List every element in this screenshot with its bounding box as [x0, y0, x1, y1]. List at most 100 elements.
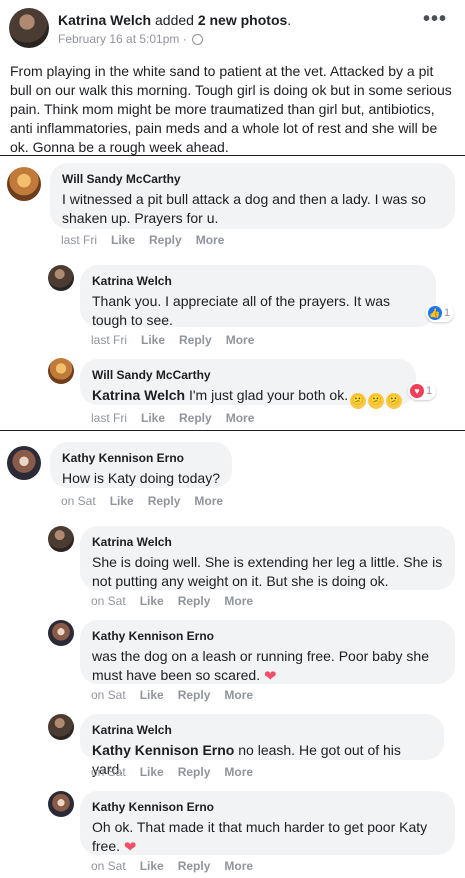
comment-time[interactable]: on Sat — [91, 765, 126, 779]
comment-actions: last Fri Like Reply More — [91, 333, 254, 347]
reaction-number: 1 — [444, 307, 451, 319]
comment-text: She is doing well. She is extending her … — [92, 554, 443, 589]
more-button[interactable]: More — [224, 594, 253, 608]
like-button[interactable]: Like — [141, 333, 165, 347]
reply-button[interactable]: Reply — [178, 688, 211, 702]
reaction-count[interactable]: ♥ 1 — [408, 382, 437, 400]
comment-bubble: Katrina Welch Thank you. I appreciate al… — [80, 265, 436, 328]
commenter-avatar[interactable] — [48, 265, 74, 291]
comment-actions: last Fri Like Reply More — [91, 411, 254, 425]
more-button[interactable]: More — [196, 233, 225, 247]
divider — [0, 155, 465, 156]
action-photos-link[interactable]: 2 new photos — [198, 12, 287, 28]
reply-button[interactable]: Reply — [178, 859, 211, 873]
more-options-icon[interactable]: ••• — [423, 8, 447, 31]
post-timestamp[interactable]: February 16 at 5:01pm · — [58, 32, 187, 46]
comment-actions: last Fri Like Reply More — [61, 233, 224, 247]
commenter-avatar[interactable] — [48, 526, 74, 552]
comment-text: was the dog on a leash or running free. … — [92, 647, 443, 686]
reply-button[interactable]: Reply — [149, 233, 182, 247]
like-button[interactable]: Like — [140, 594, 164, 608]
comment-text: Thank you. I appreciate all of the praye… — [92, 293, 391, 328]
comment-time[interactable]: last Fri — [91, 411, 127, 425]
reply-button[interactable]: Reply — [148, 494, 181, 508]
commenter-name[interactable]: Katrina Welch — [92, 534, 443, 550]
heart-icon: ♥ — [410, 384, 424, 398]
more-button[interactable]: More — [224, 765, 253, 779]
globe-icon — [191, 33, 203, 45]
commenter-name[interactable]: Kathy Kennison Erno — [92, 799, 443, 815]
confused-emoji: 😕 — [368, 393, 385, 409]
commenter-name[interactable]: Kathy Kennison Erno — [62, 450, 220, 466]
post-body: From playing in the white sand to patien… — [10, 63, 452, 155]
commenter-name[interactable]: Kathy Kennison Erno — [92, 628, 443, 644]
comment-bubble: Katrina Welch She is doing well. She is … — [80, 526, 455, 590]
more-button[interactable]: More — [224, 688, 253, 702]
comment-bubble: Kathy Kennison Erno was the dog on a lea… — [80, 620, 455, 686]
comment-time[interactable]: on Sat — [91, 859, 126, 873]
comment-actions: on Sat Like Reply More — [91, 859, 253, 873]
reaction-number: 1 — [426, 385, 433, 397]
like-button[interactable]: Like — [140, 859, 164, 873]
commenter-avatar[interactable] — [48, 620, 74, 646]
commenter-name[interactable]: Will Sandy McCarthy — [62, 171, 443, 187]
confused-emoji: 😕 — [386, 393, 403, 409]
reply-button[interactable]: Reply — [179, 411, 212, 425]
like-button[interactable]: Like — [110, 494, 134, 508]
commenter-avatar[interactable] — [48, 791, 74, 817]
comment-time[interactable]: on Sat — [61, 494, 96, 508]
mention-link[interactable]: Kathy Kennison Erno — [92, 742, 234, 758]
action-suffix: . — [287, 12, 292, 28]
more-button[interactable]: More — [224, 859, 253, 873]
post-meta: February 16 at 5:01pm · — [58, 32, 203, 46]
comment-bubble: Will Sandy McCarthy Katrina Welch I'm ju… — [80, 359, 416, 409]
comment-text: How is Katy doing today? — [62, 470, 220, 486]
action-prefix: added — [155, 12, 194, 28]
comment-bubble: Kathy Kennison Erno Oh ok. That made it … — [80, 791, 455, 857]
comment-time[interactable]: last Fri — [61, 233, 97, 247]
commenter-avatar[interactable] — [7, 446, 41, 480]
comment-text-body: Oh ok. That made it that much harder to … — [92, 819, 428, 854]
author-name-link[interactable]: Katrina Welch — [58, 12, 151, 28]
commenter-name[interactable]: Katrina Welch — [92, 722, 432, 738]
like-button[interactable]: Like — [140, 688, 164, 702]
comment-text-body: I'm just glad your both ok. — [185, 387, 349, 403]
comment-actions: on Sat Like Reply More — [91, 765, 253, 779]
more-button[interactable]: More — [226, 411, 255, 425]
divider — [0, 430, 465, 431]
confused-emoji: 😕 — [350, 393, 367, 409]
author-avatar[interactable] — [9, 8, 49, 48]
more-button[interactable]: More — [194, 494, 223, 508]
commenter-avatar[interactable] — [7, 167, 41, 201]
reply-button[interactable]: Reply — [178, 594, 211, 608]
comment-time[interactable]: on Sat — [91, 688, 126, 702]
comment-actions: on Sat Like Reply More — [91, 594, 253, 608]
comment-bubble: Kathy Kennison Erno How is Katy doing to… — [50, 442, 232, 488]
like-button[interactable]: Like — [140, 765, 164, 779]
comment-bubble: Katrina Welch Kathy Kennison Erno no lea… — [80, 714, 444, 777]
reply-button[interactable]: Reply — [178, 765, 211, 779]
comment-text: Katrina Welch I'm just glad your both ok… — [92, 386, 404, 409]
commenter-name[interactable]: Will Sandy McCarthy — [92, 367, 404, 383]
commenter-avatar[interactable] — [48, 358, 74, 384]
comment-text: Oh ok. That made it that much harder to … — [92, 818, 443, 857]
comment-time[interactable]: on Sat — [91, 594, 126, 608]
comment-text-body: was the dog on a leash or running free. … — [92, 648, 429, 683]
reaction-count[interactable]: 👍 1 — [426, 304, 455, 322]
reply-button[interactable]: Reply — [179, 333, 212, 347]
comment-actions: on Sat Like Reply More — [91, 688, 253, 702]
post-header: Katrina Welch added 2 new photos. Februa… — [0, 0, 465, 58]
like-icon: 👍 — [428, 306, 442, 320]
like-button[interactable]: Like — [111, 233, 135, 247]
comment-bubble: Will Sandy McCarthy I witnessed a pit bu… — [50, 163, 455, 229]
comment-actions: on Sat Like Reply More — [61, 494, 223, 508]
comment-time[interactable]: last Fri — [91, 333, 127, 347]
mention-link[interactable]: Katrina Welch — [92, 387, 185, 403]
post-author-line: Katrina Welch added 2 new photos. — [58, 12, 291, 28]
heart-emoji: ❤ — [264, 668, 277, 685]
like-button[interactable]: Like — [141, 411, 165, 425]
commenter-name[interactable]: Katrina Welch — [92, 273, 424, 289]
commenter-avatar[interactable] — [48, 714, 74, 740]
comment-text: I witnessed a pit bull attack a dog and … — [62, 191, 426, 226]
more-button[interactable]: More — [226, 333, 255, 347]
